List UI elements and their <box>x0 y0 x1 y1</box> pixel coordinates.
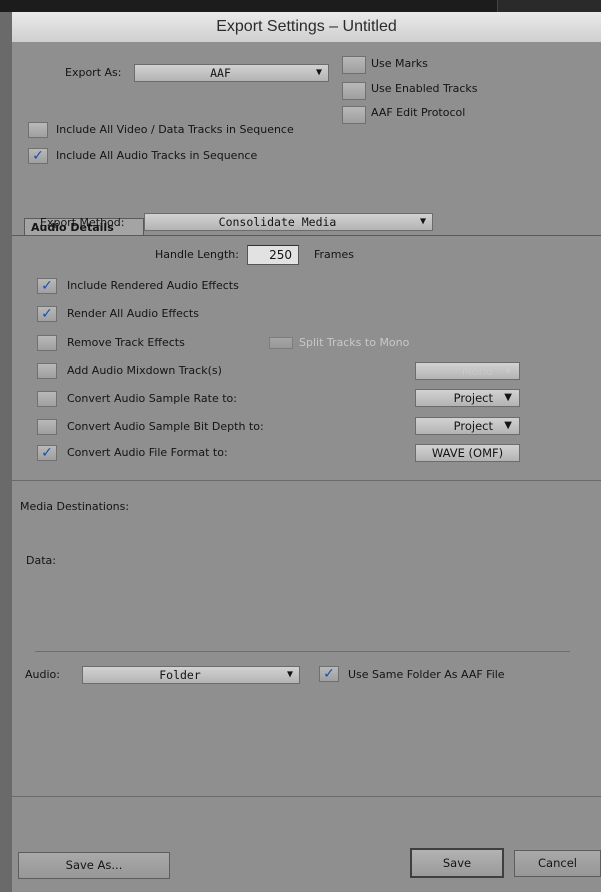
check-icon: ✓ <box>41 278 53 294</box>
export-method-label: Export Method: <box>40 216 125 229</box>
same-folder-label: Use Same Folder As AAF File <box>348 668 505 681</box>
save-as-button[interactable]: Save As... <box>18 852 170 879</box>
file-format-value: WAVE (OMF) <box>431 446 504 460</box>
use-marks-checkbox[interactable] <box>342 56 366 74</box>
include-video-checkbox[interactable] <box>28 122 48 138</box>
render-all-effects-label: Render All Audio Effects <box>67 307 199 320</box>
export-as-label: Export As: <box>65 66 122 79</box>
remove-track-effects-label: Remove Track Effects <box>67 336 185 349</box>
check-icon: ✓ <box>32 148 44 164</box>
add-mixdown-label: Add Audio Mixdown Track(s) <box>67 364 222 377</box>
aaf-edit-protocol-checkbox[interactable] <box>342 106 366 124</box>
data-label: Data: <box>26 554 56 567</box>
split-tracks-label: Split Tracks to Mono <box>299 336 410 349</box>
bit-depth-label: Convert Audio Sample Bit Depth to: <box>67 420 264 433</box>
cancel-button[interactable]: Cancel <box>514 850 601 877</box>
background-segment <box>497 0 601 12</box>
chevron-down-icon: ▼ <box>504 365 512 376</box>
export-as-value: AAF <box>210 66 231 80</box>
handle-length-input[interactable]: 250 <box>247 245 299 265</box>
include-video-label: Include All Video / Data Tracks in Seque… <box>56 123 294 136</box>
export-as-dropdown[interactable]: AAF ▼ <box>134 64 329 82</box>
include-rendered-effects-checkbox[interactable]: ✓ <box>37 278 57 294</box>
split-tracks-checkbox[interactable] <box>269 337 293 349</box>
media-destinations-heading: Media Destinations: <box>20 500 130 513</box>
chevron-down-icon: ▼ <box>315 67 322 78</box>
render-all-effects-checkbox[interactable]: ✓ <box>37 306 57 322</box>
sample-rate-label: Convert Audio Sample Rate to: <box>67 392 237 405</box>
audio-destination-dropdown[interactable]: Folder ▼ <box>82 666 300 684</box>
audio-destination-label: Audio: <box>25 668 60 681</box>
chevron-down-icon: ▼ <box>286 669 293 680</box>
handle-length-label: Handle Length: <box>155 248 239 261</box>
chevron-down-icon: ▼ <box>504 420 512 431</box>
bit-depth-dropdown[interactable]: Project ▼ <box>415 417 520 435</box>
use-enabled-tracks-label: Use Enabled Tracks <box>371 82 478 95</box>
mixdown-value: Mono <box>461 364 493 378</box>
check-icon: ✓ <box>41 445 53 461</box>
sample-rate-dropdown[interactable]: Project ▼ <box>415 389 520 407</box>
include-rendered-effects-label: Include Rendered Audio Effects <box>67 279 239 292</box>
audio-destination-value: Folder <box>159 668 201 682</box>
bit-depth-checkbox[interactable] <box>37 419 57 435</box>
file-format-label: Convert Audio File Format to: <box>67 446 228 459</box>
section-divider <box>12 480 601 481</box>
bottom-divider <box>12 796 601 797</box>
remove-track-effects-checkbox[interactable] <box>37 335 57 351</box>
use-enabled-tracks-checkbox[interactable] <box>342 82 366 100</box>
window-title: Export Settings – Untitled <box>12 12 601 43</box>
include-audio-checkbox[interactable]: ✓ <box>28 148 48 164</box>
check-icon: ✓ <box>41 306 53 322</box>
background-strip <box>0 0 601 12</box>
add-mixdown-checkbox[interactable] <box>37 363 57 379</box>
save-button[interactable]: Save <box>410 848 504 878</box>
chevron-down-icon: ▼ <box>504 392 512 403</box>
handle-length-unit: Frames <box>314 248 355 261</box>
include-audio-label: Include All Audio Tracks in Sequence <box>56 149 258 162</box>
check-icon: ✓ <box>323 666 335 682</box>
export-method-dropdown[interactable]: Consolidate Media ▼ <box>144 213 433 231</box>
chevron-down-icon: ▼ <box>419 216 426 227</box>
use-marks-label: Use Marks <box>371 57 428 70</box>
export-settings-dialog: Export As: AAF ▼ Use Marks Use Enabled T… <box>12 42 601 892</box>
media-divider <box>35 651 570 652</box>
same-folder-checkbox[interactable]: ✓ <box>319 666 339 682</box>
file-format-button[interactable]: WAVE (OMF) <box>415 444 520 462</box>
tab-divider <box>12 235 601 236</box>
mixdown-dropdown[interactable]: Mono ▼ <box>415 362 520 380</box>
sample-rate-value: Project <box>453 391 493 405</box>
file-format-checkbox[interactable]: ✓ <box>37 445 57 461</box>
export-method-value: Consolidate Media <box>218 215 337 229</box>
sample-rate-checkbox[interactable] <box>37 391 57 407</box>
bit-depth-value: Project <box>453 419 493 433</box>
aaf-edit-protocol-label: AAF Edit Protocol <box>371 106 466 119</box>
